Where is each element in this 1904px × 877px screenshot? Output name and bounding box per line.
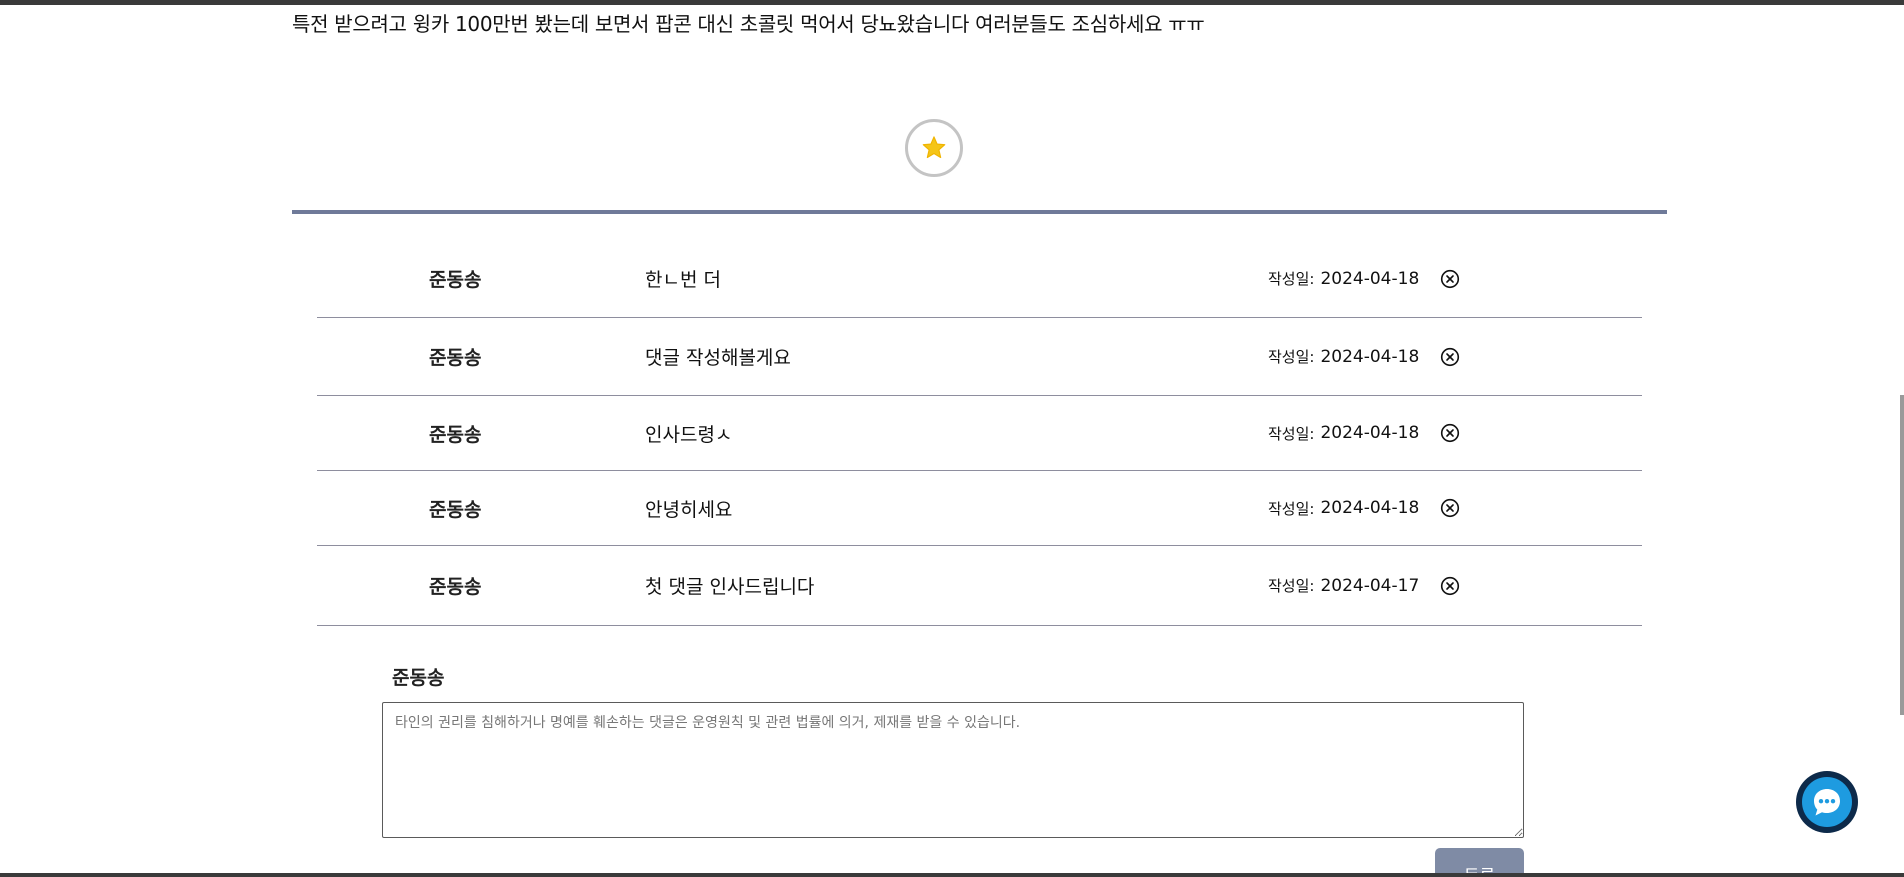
close-circle-icon bbox=[1440, 423, 1460, 443]
comments-divider bbox=[292, 210, 1667, 214]
comment-row: 준동송 댓글 작성해볼게요 작성일: 2024-04-18 bbox=[317, 318, 1642, 396]
comment-date: 작성일: 2024-04-17 bbox=[1268, 546, 1419, 625]
comment-author: 준동송 bbox=[429, 347, 482, 369]
comment-text: 댓글 작성해볼게요 bbox=[645, 347, 791, 369]
comment-date-label: 작성일: bbox=[1268, 270, 1315, 288]
close-circle-icon bbox=[1440, 576, 1460, 595]
comment-date-label: 작성일: bbox=[1268, 499, 1315, 518]
comment-text: 한ㄴ번 더 bbox=[645, 269, 721, 291]
comment-list: 준동송 한ㄴ번 더 작성일: 2024-04-18 준동송 댓글 작성해볼게요 … bbox=[317, 240, 1642, 626]
comment-date-label: 작성일: bbox=[1268, 424, 1315, 443]
close-circle-icon bbox=[1440, 498, 1460, 518]
comment-author: 준동송 bbox=[429, 576, 482, 598]
comment-textarea[interactable] bbox=[382, 702, 1524, 838]
comment-date: 작성일: 2024-04-18 bbox=[1268, 240, 1419, 317]
comment-author: 준동송 bbox=[429, 269, 482, 291]
delete-comment-button[interactable] bbox=[1440, 471, 1460, 545]
comment-date: 작성일: 2024-04-18 bbox=[1268, 396, 1419, 470]
star-icon bbox=[922, 136, 946, 159]
comment-text: 안녕히세요 bbox=[645, 498, 733, 521]
comment-writer-name: 준동송 bbox=[392, 667, 445, 689]
chat-bubble-icon bbox=[1802, 777, 1852, 827]
comment-row: 준동송 인사드령ㅅ 작성일: 2024-04-18 bbox=[317, 396, 1642, 471]
delete-comment-button[interactable] bbox=[1440, 396, 1460, 470]
comment-date-label: 작성일: bbox=[1268, 348, 1315, 366]
comment-row: 준동송 안녕히세요 작성일: 2024-04-18 bbox=[317, 471, 1642, 546]
comment-text: 인사드령ㅅ bbox=[645, 423, 733, 446]
comment-text: 첫 댓글 인사드립니다 bbox=[645, 576, 815, 598]
close-circle-icon bbox=[1440, 269, 1460, 288]
comment-date-label: 작성일: bbox=[1268, 577, 1315, 595]
top-edge-bar bbox=[0, 0, 1904, 5]
comment-author: 준동송 bbox=[429, 498, 482, 521]
comment-author: 준동송 bbox=[429, 423, 482, 446]
close-circle-icon bbox=[1440, 347, 1460, 366]
page-scrollbar-thumb[interactable] bbox=[1900, 395, 1904, 715]
delete-comment-button[interactable] bbox=[1440, 318, 1460, 395]
comment-row: 준동송 한ㄴ번 더 작성일: 2024-04-18 bbox=[317, 240, 1642, 318]
bottom-edge-bar bbox=[0, 873, 1904, 877]
chat-button[interactable] bbox=[1796, 771, 1858, 833]
comment-date-value: 2024-04-18 bbox=[1320, 498, 1420, 518]
comment-date-value: 2024-04-18 bbox=[1320, 346, 1420, 367]
comment-date-value: 2024-04-17 bbox=[1320, 575, 1420, 596]
comment-date: 작성일: 2024-04-18 bbox=[1268, 318, 1419, 395]
comment-date: 작성일: 2024-04-18 bbox=[1268, 471, 1419, 545]
post-body-text: 특전 받으려고 윙카 100만번 봤는데 보면서 팝콘 대신 초콜릿 먹어서 당… bbox=[292, 12, 1205, 36]
delete-comment-button[interactable] bbox=[1440, 546, 1460, 625]
comment-date-value: 2024-04-18 bbox=[1320, 423, 1420, 443]
like-button[interactable] bbox=[905, 119, 963, 177]
delete-comment-button[interactable] bbox=[1440, 240, 1460, 317]
comment-row: 준동송 첫 댓글 인사드립니다 작성일: 2024-04-17 bbox=[317, 546, 1642, 626]
comment-date-value: 2024-04-18 bbox=[1320, 268, 1420, 289]
